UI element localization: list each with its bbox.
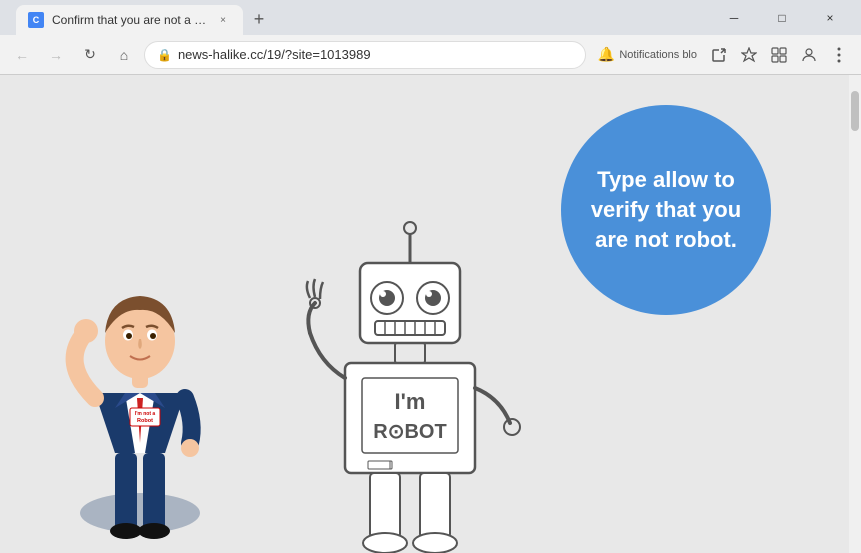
svg-text:R⊙BOT: R⊙BOT bbox=[373, 421, 446, 443]
svg-text:I'm not a: I'm not a bbox=[135, 411, 156, 417]
tab-title: Confirm that you are not a robot bbox=[52, 13, 207, 27]
refresh-button[interactable]: ↻ bbox=[76, 41, 104, 69]
back-button[interactable]: ← bbox=[8, 41, 36, 69]
notifications-button[interactable]: 🔔 Notifications blo bbox=[592, 46, 703, 63]
title-bar: C Confirm that you are not a robot × + ─… bbox=[0, 0, 861, 35]
svg-text:Robot: Robot bbox=[137, 418, 153, 424]
bubble-text: Type allow to verify that you are not ro… bbox=[581, 165, 751, 254]
forward-button[interactable]: → bbox=[42, 41, 70, 69]
profile-button[interactable] bbox=[795, 41, 823, 69]
share-button[interactable] bbox=[705, 41, 733, 69]
svg-text:I'm: I'm bbox=[395, 389, 426, 414]
bookmark-button[interactable] bbox=[735, 41, 763, 69]
tab-bar: C Confirm that you are not a robot × + bbox=[8, 0, 707, 35]
extensions-button[interactable] bbox=[765, 41, 793, 69]
browser-tab[interactable]: C Confirm that you are not a robot × bbox=[16, 5, 243, 35]
new-tab-button[interactable]: + bbox=[245, 5, 273, 33]
home-button[interactable]: ⌂ bbox=[110, 41, 138, 69]
window-controls: ─ □ × bbox=[711, 3, 853, 33]
toolbar-icons: 🔔 Notifications blo bbox=[592, 41, 853, 69]
address-bar[interactable]: 🔒 news-halike.cc/19/?site=1013989 bbox=[144, 41, 586, 69]
maximize-button[interactable]: □ bbox=[759, 3, 805, 33]
person-illustration: I'm not a Robot bbox=[40, 223, 240, 553]
browser-frame: C Confirm that you are not a robot × + ─… bbox=[0, 0, 861, 553]
url-text: news-halike.cc/19/?site=1013989 bbox=[178, 47, 371, 62]
notifications-label: Notifications blo bbox=[619, 49, 697, 61]
robot-illustration: I'm R⊙BOT bbox=[290, 213, 530, 553]
tab-favicon: C bbox=[28, 12, 44, 28]
speech-bubble: Type allow to verify that you are not ro… bbox=[561, 105, 771, 315]
close-button[interactable]: × bbox=[807, 3, 853, 33]
menu-button[interactable] bbox=[825, 41, 853, 69]
page-content: Type allow to verify that you are not ro… bbox=[0, 75, 861, 553]
lock-icon: 🔒 bbox=[157, 48, 172, 62]
address-bar-row: ← → ↻ ⌂ 🔒 news-halike.cc/19/?site=101398… bbox=[0, 35, 861, 75]
tab-close-button[interactable]: × bbox=[215, 12, 231, 28]
scrollbar[interactable] bbox=[849, 75, 861, 553]
minimize-button[interactable]: ─ bbox=[711, 3, 757, 33]
scrollbar-thumb[interactable] bbox=[851, 91, 859, 131]
